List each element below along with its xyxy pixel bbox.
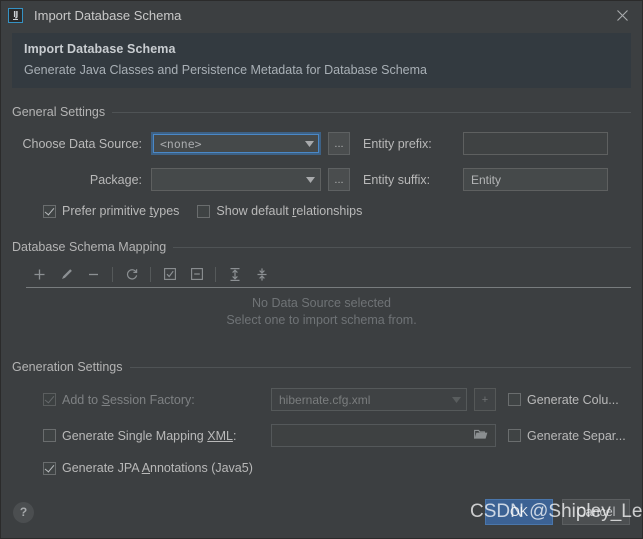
session-factory-file-value: hibernate.cfg.xml — [279, 392, 371, 407]
add-icon[interactable] — [26, 262, 53, 286]
show-default-relationships-checkbox[interactable]: Show default relationships — [197, 204, 362, 218]
deselect-all-icon[interactable] — [183, 262, 210, 286]
cancel-button-label: Cancel — [576, 505, 616, 519]
title-bar: IJ Import Database Schema — [1, 1, 642, 30]
data-source-value: <none> — [160, 136, 202, 151]
add-to-session-factory-label: Add to Session Factory: — [62, 392, 195, 407]
chevron-down-icon — [300, 169, 320, 190]
toolbar-separator — [112, 266, 113, 282]
generate-separate-label: Generate Separ... — [527, 428, 626, 443]
generation-settings-group-header: Generation Settings — [12, 359, 631, 375]
single-mapping-xml-row: Generate Single Mapping XML: Generate Se… — [12, 424, 631, 447]
dialog-content: General Settings Choose Data Source: <no… — [1, 88, 642, 486]
checkbox-box — [508, 429, 521, 442]
show-default-relationships-label: Show default relationships — [216, 204, 363, 218]
entity-suffix-label: Entity suffix: — [363, 172, 431, 187]
checkbox-box — [197, 204, 211, 218]
schema-mapping-group-header: Database Schema Mapping — [12, 239, 631, 255]
general-checkbox-row: Prefer primitive types Show default rela… — [12, 204, 631, 218]
entity-suffix-value: Entity — [471, 172, 502, 187]
empty-state-line-1: No Data Source selected — [252, 296, 391, 310]
ok-button-label: OK — [509, 505, 529, 519]
generation-settings-label: Generation Settings — [12, 360, 123, 374]
ok-button[interactable]: OK — [485, 499, 553, 525]
generate-jpa-annotations-label: Generate JPA Annotations (Java5) — [62, 461, 253, 475]
session-factory-file-combo[interactable]: hibernate.cfg.xml — [271, 388, 467, 411]
package-row: Package: ... Entity suffix: Entity — [12, 168, 631, 191]
data-source-combo[interactable]: <none> — [151, 132, 321, 155]
window-title: Import Database Schema — [34, 8, 182, 23]
prefer-primitive-types-checkbox[interactable]: Prefer primitive types — [43, 204, 179, 218]
checkbox-box — [43, 429, 56, 442]
cancel-button[interactable]: Cancel — [562, 499, 630, 525]
group-rule — [129, 366, 631, 368]
add-session-factory-config-button[interactable]: + — [474, 388, 496, 411]
entity-prefix-field[interactable] — [463, 132, 608, 155]
chevron-down-icon — [446, 389, 466, 410]
generate-separate-checkbox[interactable]: Generate Separ... — [508, 429, 626, 443]
generate-single-mapping-xml-checkbox[interactable]: Generate Single Mapping XML: — [43, 429, 271, 443]
package-browse-button[interactable]: ... — [328, 168, 350, 191]
group-rule — [173, 246, 631, 248]
checkbox-box — [43, 393, 56, 406]
import-database-schema-dialog: IJ Import Database Schema Import Databas… — [0, 0, 643, 539]
remove-icon[interactable] — [80, 262, 107, 286]
dialog-banner: Import Database Schema Generate Java Cla… — [12, 33, 631, 88]
ellipsis-icon: ... — [334, 173, 344, 186]
package-combo[interactable] — [151, 168, 321, 191]
jpa-annotations-row: Generate JPA Annotations (Java5) — [12, 461, 631, 475]
select-all-icon[interactable] — [156, 262, 183, 286]
generate-single-mapping-xml-label: Generate Single Mapping XML: — [62, 428, 237, 443]
toolbar-separator — [150, 266, 151, 282]
data-source-label: Choose Data Source: — [22, 136, 142, 151]
refresh-icon[interactable] — [118, 262, 145, 286]
entity-suffix-field[interactable]: Entity — [463, 168, 608, 191]
general-settings-label: General Settings — [12, 105, 106, 119]
generate-columns-label: Generate Colu... — [527, 392, 619, 407]
mapping-xml-path-field[interactable] — [271, 424, 496, 447]
collapse-all-icon[interactable] — [248, 262, 275, 286]
entity-prefix-label: Entity prefix: — [363, 136, 432, 151]
schema-mapping-toolbar — [12, 261, 631, 287]
add-to-session-factory-checkbox[interactable]: Add to Session Factory: — [43, 393, 271, 407]
package-label: Package: — [89, 172, 142, 187]
data-source-row: Choose Data Source: <none> ... Entity pr… — [12, 132, 631, 155]
dialog-button-group: OK Cancel — [485, 499, 630, 525]
banner-title: Import Database Schema — [24, 42, 176, 56]
checkbox-box — [43, 204, 56, 218]
session-factory-row: Add to Session Factory: hibernate.cfg.xm… — [12, 388, 631, 411]
generate-columns-checkbox[interactable]: Generate Colu... — [508, 393, 619, 407]
prefer-primitive-types-label: Prefer primitive types — [62, 204, 180, 218]
schema-mapping-label: Database Schema Mapping — [12, 240, 167, 254]
chevron-down-icon — [299, 134, 319, 153]
close-icon[interactable] — [611, 5, 633, 27]
help-button[interactable]: ? — [13, 501, 34, 523]
ellipsis-icon: ... — [334, 137, 344, 150]
empty-state-line-2: Select one to import schema from. — [226, 313, 417, 327]
checkbox-box — [508, 393, 521, 406]
checkbox-box — [43, 461, 56, 475]
intellij-idea-icon: IJ — [8, 8, 23, 23]
folder-icon[interactable] — [474, 429, 488, 443]
schema-mapping-empty-state: No Data Source selected Select one to im… — [12, 288, 631, 351]
dialog-footer: ? OK Cancel — [1, 486, 642, 538]
edit-icon[interactable] — [53, 262, 80, 286]
expand-all-icon[interactable] — [221, 262, 248, 286]
banner-subtitle: Generate Java Classes and Persistence Me… — [24, 63, 427, 77]
plus-icon: + — [481, 393, 489, 406]
generate-jpa-annotations-checkbox[interactable]: Generate JPA Annotations (Java5) — [43, 461, 253, 475]
toolbar-separator — [215, 266, 216, 282]
data-source-browse-button[interactable]: ... — [328, 132, 350, 155]
general-settings-group-header: General Settings — [12, 104, 631, 120]
group-rule — [112, 111, 631, 113]
question-mark-icon: ? — [19, 505, 28, 519]
